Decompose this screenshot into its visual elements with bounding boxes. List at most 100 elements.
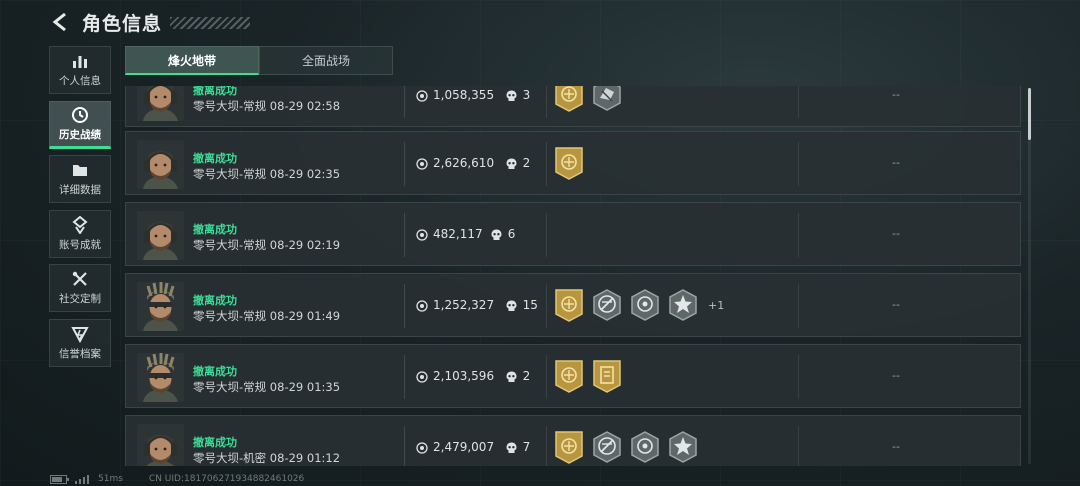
sidebar: 个人信息历史战绩详细数据账号成就社交定制信誉档案 [49,46,111,374]
map-and-time: 零号大坝-常规 08-29 01:35 [193,380,341,394]
divider [546,213,547,257]
extraction-status: 撤离成功 [193,152,237,165]
bar-chart-icon [73,56,87,68]
asset-value: 2,479,007 [433,440,495,454]
sidebar-item-3[interactable]: 账号成就 [49,209,111,258]
divider [404,213,405,257]
asset-value: 2,103,596 [433,369,495,383]
map-and-time: 零号大坝-常规 08-29 02:35 [193,167,341,181]
sidebar-item-4[interactable]: 社交定制 [49,264,111,313]
sidebar-item-5[interactable]: 信誉档案 [49,318,111,367]
more-badges-count[interactable]: +1 [708,299,724,312]
sidebar-item-2[interactable]: 详细数据 [49,155,111,204]
extra-stat-placeholder: -- [892,88,900,101]
skull-icon [491,229,502,240]
extraction-status: 撤离成功 [193,436,237,449]
hand-badge-icon[interactable] [592,86,622,112]
asset-value-icon [416,90,428,102]
map-and-time: 零号大坝-机密 08-29 01:12 [193,451,341,465]
sidebar-item-label: 账号成就 [59,238,101,251]
kill-count: 2 [522,369,531,383]
gold-crest-badge-icon[interactable] [554,430,584,464]
medal-icon [72,215,88,234]
gold-card-badge-icon[interactable] [592,359,622,393]
kill-count: 6 [507,227,516,241]
gold-crest-badge-icon[interactable] [554,86,584,112]
title-decoration [170,17,251,29]
extra-stat-placeholder: -- [892,156,900,169]
asset-value-icon [416,371,428,383]
sidebar-item-label: 社交定制 [59,293,101,306]
asset-value-icon [416,300,428,312]
match-history-list[interactable]: 撤离成功 零号大坝-常规 08-29 02:58 1,058,355 3 -- 撤离成功零… [125,86,1023,466]
divider [404,86,405,118]
divider [546,355,547,399]
divider [798,355,799,399]
star-badge-icon[interactable] [668,430,698,464]
uid-text: CN UID:1817062719348824610​26 [148,474,305,484]
extraction-status: 撤离成功 [193,86,237,97]
folder-icon [73,165,87,177]
star-badge-icon[interactable] [668,288,698,322]
match-record-row[interactable]: 撤离成功 零号大坝-常规 08-29 01:35 2,103,596 2 -- [125,344,1021,408]
sidebar-item-label: 个人信息 [59,75,101,87]
battery-icon [50,474,69,484]
sidebar-item-1[interactable]: 历史战绩 [49,100,111,149]
extra-stat-placeholder: -- [892,298,900,311]
kill-count: 3 [522,88,531,102]
skull-icon [506,442,517,453]
gold-crest-badge-icon[interactable] [554,288,584,322]
shield-icon [71,326,89,343]
mode-tabs: 烽火地带 全面战场 [125,46,393,75]
extraction-status: 撤离成功 [193,294,237,307]
extra-stat-placeholder: -- [892,369,900,382]
asset-value: 1,252,327 [433,298,495,312]
back-arrow-icon[interactable] [50,11,72,33]
sidebar-item-label: 详细数据 [59,184,101,197]
achievement-badges [554,430,706,464]
operator-avatar [137,211,184,260]
status-footer: 51ms CN UID:1817062719348824610​26 [50,474,304,484]
gold-crest-badge-icon[interactable] [554,146,584,180]
tab-1[interactable]: 全面战场 [259,46,393,75]
divider [404,426,405,466]
divider [798,86,799,118]
no-weapon-badge-icon[interactable] [592,288,622,322]
skull-icon [506,371,517,382]
kill-count: 2 [522,156,531,170]
match-record-row[interactable]: 撤离成功零号大坝-常规 08-29 02:19 482,117 6 -- [125,202,1021,266]
tab-0[interactable]: 烽火地带 [125,46,259,75]
match-record-row[interactable]: 撤离成功 零号大坝-常规 08-29 02:35 2,626,610 2 -- [125,131,1021,195]
ping-text: 51ms [98,474,123,484]
asset-value: 482,117 [433,227,483,241]
divider [546,86,547,118]
operator-avatar [137,86,184,121]
asset-value-icon [416,158,428,170]
divider [546,142,547,186]
gold-crest-badge-icon[interactable] [554,359,584,393]
extraction-status: 撤离成功 [193,223,237,236]
page-title: 角色信息 [82,12,163,35]
kill-count: 7 [522,440,531,454]
match-record-row[interactable]: 撤离成功 零号大坝-机密 08-29 01:12 2,479,007 7 -- [125,415,1021,466]
sidebar-item-0[interactable]: 个人信息 [49,46,111,94]
crosshair-badge-icon[interactable] [630,288,660,322]
match-record-row[interactable]: 撤离成功 零号大坝-常规 08-29 01:49 1,252,327 15 +1 -- [125,273,1021,337]
match-record-row[interactable]: 撤离成功 零号大坝-常规 08-29 02:58 1,058,355 3 -- [125,86,1021,127]
skull-icon [506,300,517,311]
achievement-badges [554,359,630,393]
signal-icon [75,474,89,484]
divider [798,213,799,257]
operator-avatar [137,140,184,189]
operator-avatar [137,282,184,331]
asset-value: 1,058,355 [433,88,495,102]
divider [404,284,405,328]
scrollbar-track[interactable] [1028,88,1031,464]
divider [546,426,547,466]
no-weapon-badge-icon[interactable] [592,430,622,464]
map-and-time: 零号大坝-常规 08-29 02:19 [193,238,341,252]
crosshair-badge-icon[interactable] [630,430,660,464]
extra-stat-placeholder: -- [892,227,900,240]
achievement-badges [554,146,592,180]
scrollbar-thumb[interactable] [1028,88,1031,140]
